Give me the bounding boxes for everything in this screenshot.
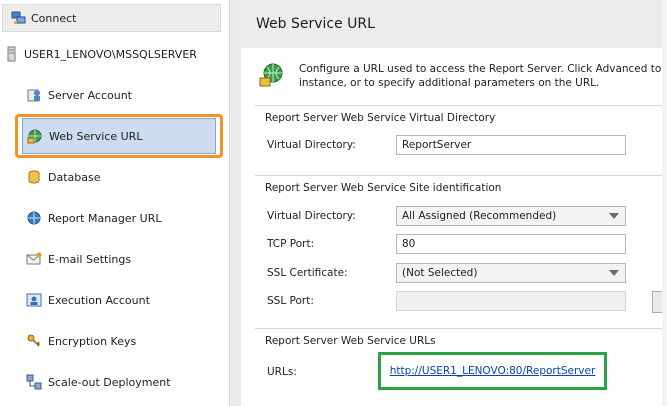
nav-item-label: Web Service URL: [49, 129, 143, 143]
nav-item-database[interactable]: Database: [22, 159, 216, 195]
url-highlight: http://USER1_LENOVO:80/ReportServer: [378, 352, 607, 390]
intro-text: Configure a URL used to access the Repor…: [299, 62, 663, 90]
server-label: USER1_LENOVO\MSSQLSERVER: [24, 47, 197, 61]
nav-item-label: Execution Account: [48, 293, 150, 307]
navigation-panel: Connect USER1_LENOVO\MSSQLSERVER Server …: [0, 0, 229, 406]
nav-item-email-settings[interactable]: E-mail Settings: [22, 241, 216, 277]
tcp-port-row: TCP Port:: [267, 234, 397, 254]
nav-item-encryption-keys[interactable]: Encryption Keys: [22, 323, 216, 359]
nav-item-scale-out-deployment[interactable]: Scale-out Deployment: [22, 364, 216, 400]
ssl-port-input[interactable]: [396, 291, 626, 311]
connect-icon: [11, 10, 27, 26]
vdir-value: ReportServer: [402, 139, 472, 151]
nav-item-label: Scale-out Deployment: [48, 375, 171, 389]
database-icon: [26, 169, 42, 185]
site-vdir-value: All Assigned (Recommended): [402, 210, 557, 222]
nav-item-label: Report Manager URL: [48, 211, 162, 225]
web-service-globe-icon: [259, 62, 285, 88]
vdir-label: Virtual Directory:: [267, 139, 356, 151]
site-vdir-dropdown[interactable]: All Assigned (Recommended): [396, 206, 626, 226]
group-title: Report Server Web Service Virtual Direct…: [265, 112, 496, 124]
nav-item-execution-account[interactable]: Execution Account: [22, 282, 216, 318]
vdir-group: Report Server Web Service Virtual Direct…: [255, 105, 667, 167]
web-service-icon: [27, 128, 43, 144]
tcp-port-label: TCP Port:: [267, 238, 315, 250]
intro-line-2: instance, or to specify additional param…: [299, 77, 600, 89]
execution-account-icon: [26, 292, 42, 308]
report-server-url-link[interactable]: http://USER1_LENOVO:80/ReportServer: [390, 365, 596, 377]
site-vdir-row: Virtual Directory:: [267, 206, 397, 226]
vdir-row: Virtual Directory:: [267, 135, 397, 155]
site-vdir-label: Virtual Directory:: [267, 210, 356, 222]
nav-item-web-service-url[interactable]: Web Service URL: [22, 118, 216, 154]
ssl-cert-label: SSL Certificate:: [267, 267, 348, 279]
intro-line-1: Configure a URL used to access the Repor…: [299, 63, 663, 75]
vdir-input[interactable]: ReportServer: [396, 135, 626, 155]
keys-icon: [26, 333, 42, 349]
ssl-port-row: SSL Port:: [267, 291, 397, 311]
tcp-port-input[interactable]: 80: [396, 234, 626, 254]
chevron-down-icon: [609, 270, 619, 276]
panel-splitter[interactable]: [229, 0, 241, 406]
site-identification-group: Report Server Web Service Site identific…: [255, 175, 667, 320]
content-pane: Web Service URL Configure a URL used to …: [241, 0, 667, 406]
scrollbar[interactable]: [662, 0, 667, 406]
nav-item-label: E-mail Settings: [48, 252, 132, 266]
server-account-icon: [26, 87, 42, 103]
connect-button[interactable]: Connect: [2, 4, 221, 32]
page-title: Web Service URL: [241, 0, 667, 48]
report-manager-icon: [26, 210, 42, 226]
group-title: Report Server Web Service Site identific…: [265, 182, 502, 194]
nav-item-label: Database: [48, 170, 101, 184]
ssl-cert-value: (Not Selected): [402, 267, 478, 279]
intro-section: Configure a URL used to access the Repor…: [259, 62, 663, 90]
group-title: Report Server Web Service URLs: [265, 335, 436, 347]
ssl-cert-dropdown[interactable]: (Not Selected): [396, 263, 626, 283]
server-instance[interactable]: USER1_LENOVO\MSSQLSERVER: [4, 46, 197, 62]
email-icon: [26, 251, 42, 267]
scale-out-icon: [26, 374, 42, 390]
nav-item-label: Server Account: [48, 88, 132, 102]
nav-item-report-manager-url[interactable]: Report Manager URL: [22, 200, 216, 236]
nav-item-label: Encryption Keys: [48, 334, 137, 348]
chevron-down-icon: [609, 213, 619, 219]
server-icon: [4, 46, 20, 62]
tcp-port-value: 80: [402, 238, 416, 250]
connect-label: Connect: [31, 11, 77, 25]
ssl-cert-row: SSL Certificate:: [267, 263, 397, 283]
ssl-port-label: SSL Port:: [267, 295, 314, 307]
nav-item-server-account[interactable]: Server Account: [22, 77, 216, 113]
